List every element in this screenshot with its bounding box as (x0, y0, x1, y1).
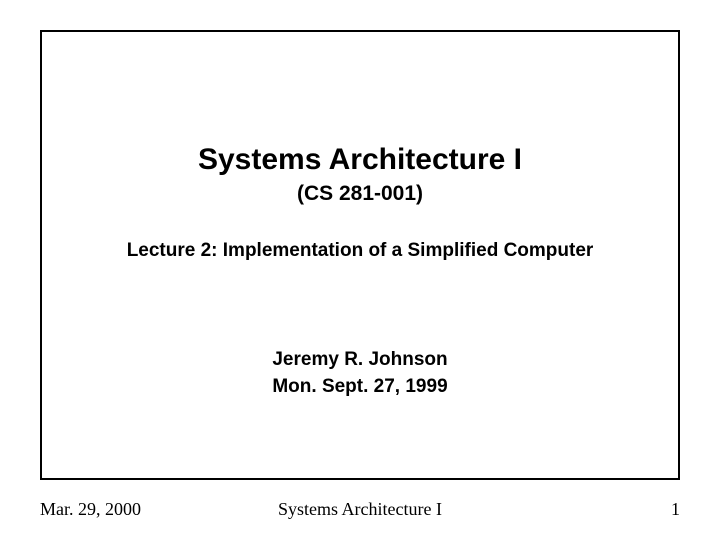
slide-frame: Systems Architecture I (CS 281-001) Lect… (40, 30, 680, 480)
footer-page-number: 1 (467, 499, 680, 520)
footer-date: Mar. 29, 2000 (40, 499, 253, 520)
footer-title: Systems Architecture I (253, 499, 466, 520)
author-date: Mon. Sept. 27, 1999 (72, 374, 648, 401)
author-name: Jeremy R. Johnson (72, 347, 648, 374)
title-block: Systems Architecture I (CS 281-001) (72, 142, 648, 206)
course-title: Systems Architecture I (72, 142, 648, 178)
lecture-title: Lecture 2: Implementation of a Simplifie… (72, 240, 648, 262)
course-code: (CS 281-001) (72, 182, 648, 206)
author-block: Jeremy R. Johnson Mon. Sept. 27, 1999 (72, 347, 648, 400)
slide-footer: Mar. 29, 2000 Systems Architecture I 1 (40, 499, 680, 520)
